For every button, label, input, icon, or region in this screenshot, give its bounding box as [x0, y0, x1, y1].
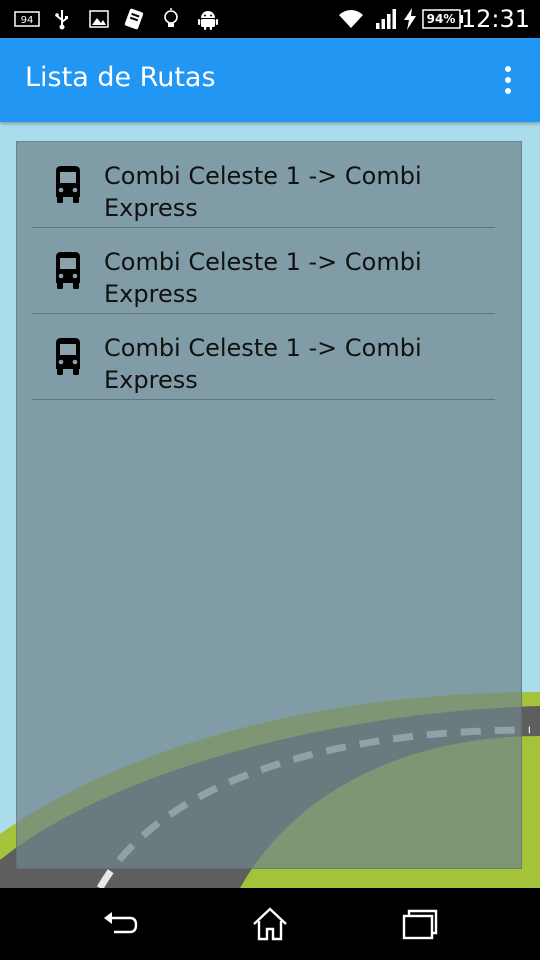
svg-text:94: 94 — [21, 15, 34, 26]
route-label: Combi Celeste 1 -> Combi Express — [104, 162, 422, 222]
content-area: Combi Celeste 1 -> Combi Express Combi C… — [0, 122, 540, 888]
bus-icon — [52, 166, 84, 204]
notification-94-icon: 94 — [14, 8, 40, 30]
status-bar: 94 94% 12:31 — [0, 0, 540, 38]
battery-percentage: 94% — [426, 12, 456, 26]
page-title: Lista de Rutas — [25, 62, 216, 93]
route-item[interactable]: Combi Celeste 1 -> Combi Express — [32, 314, 495, 400]
wifi-icon — [338, 8, 364, 30]
route-list: Combi Celeste 1 -> Combi Express Combi C… — [17, 142, 521, 400]
route-item[interactable]: Combi Celeste 1 -> Combi Express — [32, 142, 495, 228]
back-icon[interactable] — [100, 904, 140, 944]
charging-icon — [402, 8, 418, 30]
route-item[interactable]: Combi Celeste 1 -> Combi Express — [32, 228, 495, 314]
signal-icon — [374, 8, 398, 30]
bus-icon — [52, 338, 84, 376]
phone-screen: 94 94% 12:31 Lista de Rutas Combi Celest… — [0, 0, 540, 960]
action-bar: Lista de Rutas — [0, 38, 540, 122]
route-label: Combi Celeste 1 -> Combi Express — [104, 334, 422, 394]
battery-icon: 94% — [422, 8, 464, 30]
route-list-panel: Combi Celeste 1 -> Combi Express Combi C… — [16, 141, 522, 869]
usb-icon — [52, 8, 72, 30]
app-notification-icon — [122, 8, 146, 30]
lightbulb-icon — [160, 8, 182, 30]
status-time: 12:31 — [460, 5, 530, 33]
navigation-bar — [0, 888, 540, 960]
recent-apps-icon[interactable] — [400, 904, 440, 944]
home-icon[interactable] — [250, 904, 290, 944]
overflow-menu-icon[interactable] — [498, 64, 518, 96]
android-icon — [196, 8, 220, 30]
bus-icon — [52, 252, 84, 290]
route-label: Combi Celeste 1 -> Combi Express — [104, 248, 422, 308]
image-icon — [88, 8, 110, 30]
